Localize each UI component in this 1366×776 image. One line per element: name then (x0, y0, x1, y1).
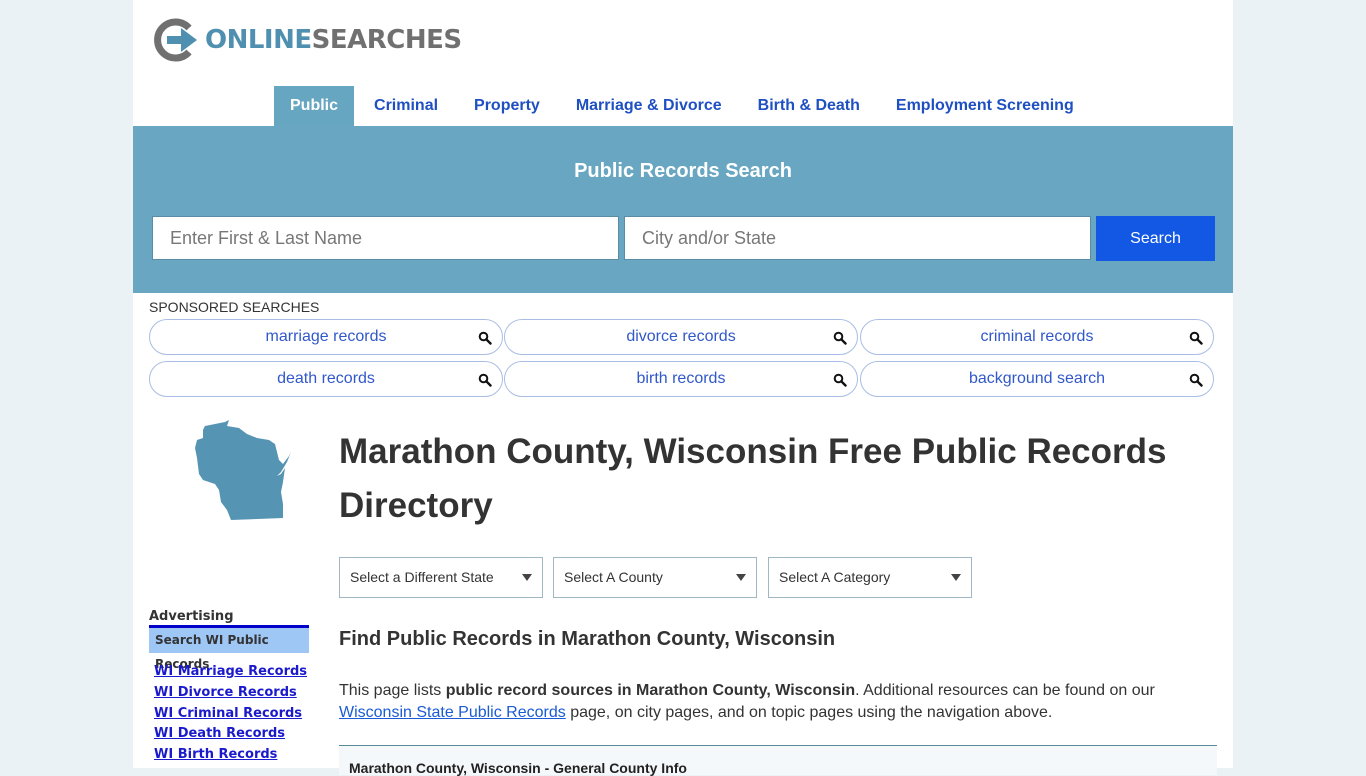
hero-title: Public Records Search (574, 160, 792, 182)
nav-birth-death[interactable]: Birth & Death (742, 86, 876, 126)
intro-text-bold: public record sources in Marathon County… (445, 682, 856, 699)
category-select-value: Select A Category (779, 569, 891, 585)
page-container: ONLINESEARCHES Public Criminal Property … (133, 0, 1233, 776)
search-hero: Public Records Search Enter First & Last… (133, 126, 1233, 293)
ad-links-list: WI Marriage Records WI Divorce Records W… (154, 662, 307, 766)
sponsored-search-pill[interactable]: criminal records (860, 319, 1214, 355)
search-icon (1189, 331, 1203, 345)
search-button[interactable]: Search (1096, 216, 1215, 261)
sponsored-search-pill[interactable]: marriage records (149, 319, 503, 355)
pill-label: death records (277, 370, 375, 387)
chevron-down-icon (951, 574, 961, 581)
pill-label: birth records (636, 370, 726, 387)
main-nav: Public Criminal Property Marriage & Divo… (274, 86, 1094, 126)
page-title: Marathon County, Wisconsin Free Public R… (339, 432, 1167, 525)
county-select-value: Select A County (564, 569, 663, 585)
site-logo[interactable]: ONLINESEARCHES (153, 18, 462, 62)
state-select[interactable]: Select a Different State (339, 557, 543, 598)
sponsored-search-pill[interactable]: background search (860, 361, 1214, 397)
general-county-info-box: Marathon County, Wisconsin - General Cou… (339, 745, 1217, 776)
city-state-input[interactable]: City and/or State (624, 216, 1091, 260)
logo-text-searches: SEARCHES (311, 25, 462, 55)
pill-label: criminal records (980, 328, 1094, 345)
intro-paragraph: This page lists public record sources in… (339, 680, 1219, 724)
sponsored-search-pill[interactable]: birth records (504, 361, 858, 397)
search-icon (1189, 373, 1203, 387)
search-icon (833, 373, 847, 387)
intro-text-post: page, on city pages, and on topic pages … (565, 704, 1053, 721)
info-box-title: Marathon County, Wisconsin - General Cou… (349, 760, 687, 776)
nav-employment-screening[interactable]: Employment Screening (880, 86, 1090, 126)
state-records-link[interactable]: Wisconsin State Public Records (339, 704, 566, 721)
nav-property[interactable]: Property (458, 86, 556, 126)
sponsored-search-pill[interactable]: divorce records (504, 319, 858, 355)
category-select[interactable]: Select A Category (768, 557, 972, 598)
logo-arrow-icon (154, 18, 197, 62)
ad-link-divorce[interactable]: WI Divorce Records (154, 683, 307, 704)
wisconsin-map-icon (195, 420, 291, 520)
advertising-label: Advertising (149, 609, 234, 624)
nav-criminal[interactable]: Criminal (358, 86, 454, 126)
ad-link-death[interactable]: WI Death Records (154, 724, 307, 745)
name-input[interactable]: Enter First & Last Name (152, 216, 619, 260)
intro-text-mid: . Additional resources can be found on o… (855, 682, 1155, 699)
chevron-down-icon (736, 574, 746, 581)
ad-heading: Search WI Public Records (149, 625, 309, 671)
state-select-value: Select a Different State (350, 569, 494, 585)
search-icon (478, 373, 492, 387)
nav-public[interactable]: Public (274, 86, 355, 126)
ad-link-criminal[interactable]: WI Criminal Records (154, 704, 307, 725)
section-heading: Find Public Records in Marathon County, … (339, 628, 836, 650)
pill-label: background search (968, 370, 1106, 387)
intro-text-pre: This page lists (339, 682, 446, 699)
county-select[interactable]: Select A County (553, 557, 757, 598)
ad-link-marriage[interactable]: WI Marriage Records (154, 662, 307, 683)
ad-link-birth[interactable]: WI Birth Records (154, 745, 307, 766)
logo-text: ONLINESEARCHES (205, 25, 462, 55)
logo-text-online: ONLINE (205, 25, 312, 55)
sponsored-searches-label: SPONSORED SEARCHES (149, 299, 320, 315)
chevron-down-icon (522, 574, 532, 581)
nav-marriage-divorce[interactable]: Marriage & Divorce (560, 86, 738, 126)
pill-label: divorce records (626, 328, 736, 345)
search-icon (478, 331, 492, 345)
search-icon (833, 331, 847, 345)
pill-label: marriage records (265, 328, 387, 345)
sponsored-search-pill[interactable]: death records (149, 361, 503, 397)
